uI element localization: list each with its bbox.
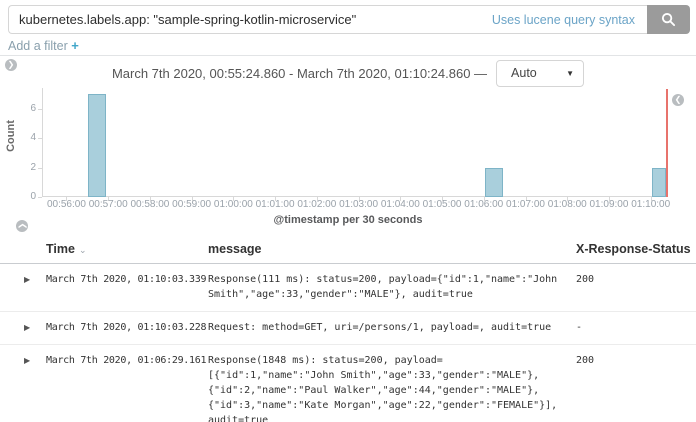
query-input-wrap: Uses lucene query syntax: [8, 5, 647, 34]
column-header-time[interactable]: Time ⌄: [46, 242, 208, 256]
search-input[interactable]: [9, 12, 492, 27]
sort-desc-icon: ⌄: [78, 245, 87, 255]
y-tick-mark: [38, 138, 42, 140]
y-tick-mark: [38, 167, 42, 169]
filter-bar: Add a filter +: [8, 38, 79, 53]
add-filter-button[interactable]: Add a filter +: [8, 38, 79, 53]
cell-status: 200: [576, 355, 595, 366]
histogram-header: March 7th 2020, 00:55:24.860 - March 7th…: [0, 59, 696, 87]
add-filter-label: Add a filter: [8, 39, 68, 53]
y-tick-mark: [38, 108, 42, 110]
chevron-down-icon: ▼: [566, 68, 575, 78]
y-tick-label: 2: [30, 161, 36, 173]
y-tick-mark: [38, 197, 42, 198]
plus-icon: +: [71, 38, 79, 53]
cell-message: Response(1848 ms): status=200, payload=[…: [208, 355, 558, 422]
cell-time: March 7th 2020, 01:06:29.161: [46, 355, 207, 366]
time-range-label: March 7th 2020, 00:55:24.860 - March 7th…: [111, 65, 488, 81]
x-axis-line: [42, 196, 668, 197]
cell-time: March 7th 2020, 01:10:03.228: [46, 322, 207, 333]
histogram-bar[interactable]: [88, 93, 107, 197]
results-table: Time ⌄ message X-Response-Status ▶ March 7…: [0, 238, 696, 422]
y-tick-label: 6: [30, 102, 36, 114]
cell-status: -: [576, 322, 583, 333]
histogram-bar[interactable]: [651, 167, 666, 197]
table-row: ▶ March 7th 2020, 01:06:29.161 Response(18…: [0, 345, 696, 422]
table-body: ▶ March 7th 2020, 01:10:03.339 Response(11…: [0, 264, 696, 422]
interval-value: Auto: [511, 66, 537, 80]
y-tick-label: 4: [30, 132, 36, 144]
row-expand-icon[interactable]: ▶: [24, 320, 46, 335]
row-expand-icon[interactable]: ▶: [24, 272, 46, 302]
table-row: ▶ March 7th 2020, 01:10:03.228 Request: me…: [0, 312, 696, 345]
time-header-label: Time: [46, 242, 75, 256]
cell-message: Request: method=GET, uri=/persons/1, pay…: [208, 322, 552, 333]
column-header-status[interactable]: X-Response-Status: [576, 242, 696, 256]
x-axis-title: @timestamp per 30 seconds: [273, 214, 423, 226]
search-icon: [661, 12, 676, 27]
x-tick-label: 01:10:00: [631, 199, 671, 210]
discover-page: Uses lucene query syntax Add a filter + …: [0, 0, 696, 422]
x-axis-ticks: 00:56:00 00:57:00 00:58:00 00:59:00 01:00:00…: [0, 199, 696, 212]
table-header-row: Time ⌄ message X-Response-Status: [0, 238, 696, 264]
row-expand-icon[interactable]: ▶: [24, 353, 46, 422]
cell-message: Response(111 ms): status=200, payload={"…: [208, 274, 558, 300]
y-axis-line: [42, 88, 43, 197]
section-divider: [0, 55, 696, 56]
time-range-end-marker: [666, 89, 669, 197]
histogram-bar[interactable]: [484, 167, 503, 197]
interval-select[interactable]: Auto ▼: [496, 59, 585, 87]
histogram-canvas: 0246: [0, 88, 696, 202]
column-header-message[interactable]: message: [208, 242, 576, 256]
cell-time: March 7th 2020, 01:10:03.339: [46, 274, 207, 285]
header-spacer: [24, 242, 46, 256]
search-button[interactable]: [647, 5, 690, 34]
query-bar: Uses lucene query syntax: [8, 5, 690, 34]
lucene-syntax-link[interactable]: Uses lucene query syntax: [492, 13, 647, 27]
cell-status: 200: [576, 274, 595, 285]
table-row: ▶ March 7th 2020, 01:10:03.339 Response(11…: [0, 264, 696, 312]
